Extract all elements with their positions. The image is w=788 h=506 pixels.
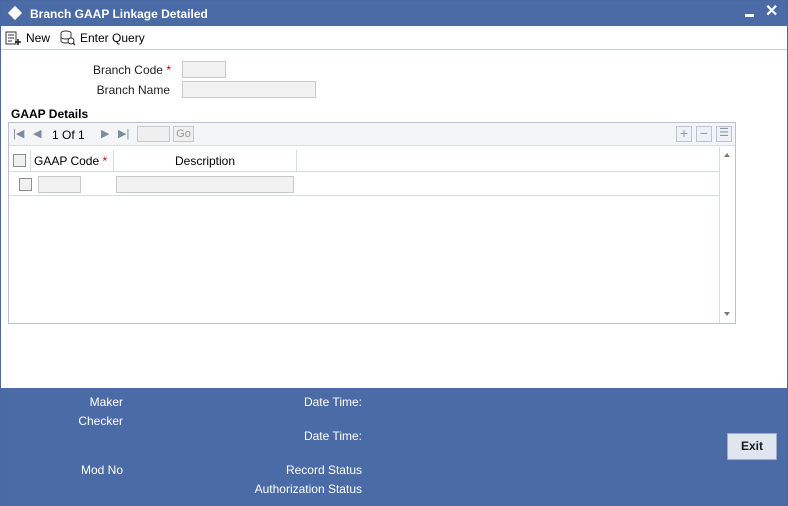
enter-query-icon bbox=[60, 30, 76, 46]
branch-name-label: Branch Name bbox=[96, 83, 170, 97]
title-bar: Branch GAAP Linkage Detailed ✕ bbox=[1, 1, 787, 26]
grid-vertical-scrollbar[interactable] bbox=[719, 147, 735, 323]
gaap-code-input[interactable] bbox=[38, 176, 81, 193]
window-title: Branch GAAP Linkage Detailed bbox=[30, 7, 208, 21]
branch-name-input[interactable] bbox=[182, 81, 316, 98]
gaap-details-title: GAAP Details bbox=[11, 107, 89, 121]
enter-query-button[interactable]: Enter Query bbox=[59, 29, 145, 47]
branch-code-label: Branch Code * bbox=[61, 63, 171, 77]
branch-code-input[interactable] bbox=[182, 61, 226, 78]
next-page-icon[interactable]: ▶ bbox=[101, 127, 109, 140]
close-icon[interactable]: ✕ bbox=[765, 3, 778, 21]
grid-header: GAAP Code * Description bbox=[9, 150, 719, 172]
scroll-up-icon[interactable] bbox=[724, 153, 730, 157]
window-diamond-icon bbox=[7, 5, 23, 21]
exit-button[interactable]: Exit bbox=[727, 433, 777, 460]
branch-code-label-text: Branch Code bbox=[92, 63, 163, 77]
select-all-checkbox[interactable] bbox=[13, 154, 26, 167]
total-pages: 1 bbox=[78, 128, 85, 142]
last-page-icon[interactable]: ▶| bbox=[118, 127, 129, 140]
checker-date-time-label: Date Time: bbox=[303, 429, 362, 443]
gaap-details-grid: |◀ ◀ 1 Of 1 ▶ ▶| Go + − ☰ GAAP Code * De… bbox=[8, 122, 736, 324]
column-separator bbox=[296, 150, 297, 172]
new-button-label: New bbox=[26, 31, 51, 45]
column-separator bbox=[30, 150, 31, 172]
description-input[interactable] bbox=[116, 176, 294, 193]
new-button[interactable]: New bbox=[5, 29, 50, 47]
gaap-code-required-mark: * bbox=[102, 154, 108, 168]
audit-footer: Maker Checker Mod No Date Time: Date Tim… bbox=[1, 388, 787, 505]
add-row-icon[interactable]: + bbox=[676, 126, 692, 142]
page-indicator: 1 Of 1 bbox=[52, 128, 85, 142]
branch-gaap-linkage-window: Branch GAAP Linkage Detailed ✕ New Enter… bbox=[0, 0, 788, 506]
table-row bbox=[9, 173, 719, 196]
single-view-icon[interactable]: ☰ bbox=[716, 126, 732, 142]
go-button[interactable]: Go bbox=[173, 126, 194, 142]
column-header-description[interactable]: Description bbox=[114, 150, 296, 172]
enter-query-label: Enter Query bbox=[80, 31, 145, 45]
maker-label: Maker bbox=[89, 395, 123, 409]
mod-no-label: Mod No bbox=[80, 463, 123, 477]
minimize-icon[interactable] bbox=[745, 14, 754, 17]
checker-label: Checker bbox=[78, 414, 123, 428]
previous-page-icon[interactable]: ◀ bbox=[33, 127, 41, 140]
grid-pager: |◀ ◀ 1 Of 1 ▶ ▶| Go + − ☰ bbox=[9, 123, 735, 146]
maker-date-time-label: Date Time: bbox=[303, 395, 362, 409]
current-page: 1 bbox=[52, 128, 59, 142]
toolbar: New Enter Query bbox=[1, 26, 787, 50]
delete-row-icon[interactable]: − bbox=[696, 126, 712, 142]
page-of-label: Of bbox=[62, 128, 75, 142]
authorization-status-label: Authorization Status bbox=[254, 482, 362, 496]
new-record-icon bbox=[5, 31, 21, 45]
first-page-icon[interactable]: |◀ bbox=[13, 127, 24, 140]
column-header-gaap-code[interactable]: GAAP Code * bbox=[34, 150, 107, 172]
scroll-down-icon[interactable] bbox=[724, 312, 730, 316]
gaap-code-header-text: GAAP Code bbox=[34, 154, 100, 168]
record-status-label: Record Status bbox=[285, 463, 362, 477]
branch-code-required-mark: * bbox=[166, 63, 171, 77]
page-number-input[interactable] bbox=[137, 126, 170, 142]
row-select-checkbox[interactable] bbox=[19, 178, 32, 191]
